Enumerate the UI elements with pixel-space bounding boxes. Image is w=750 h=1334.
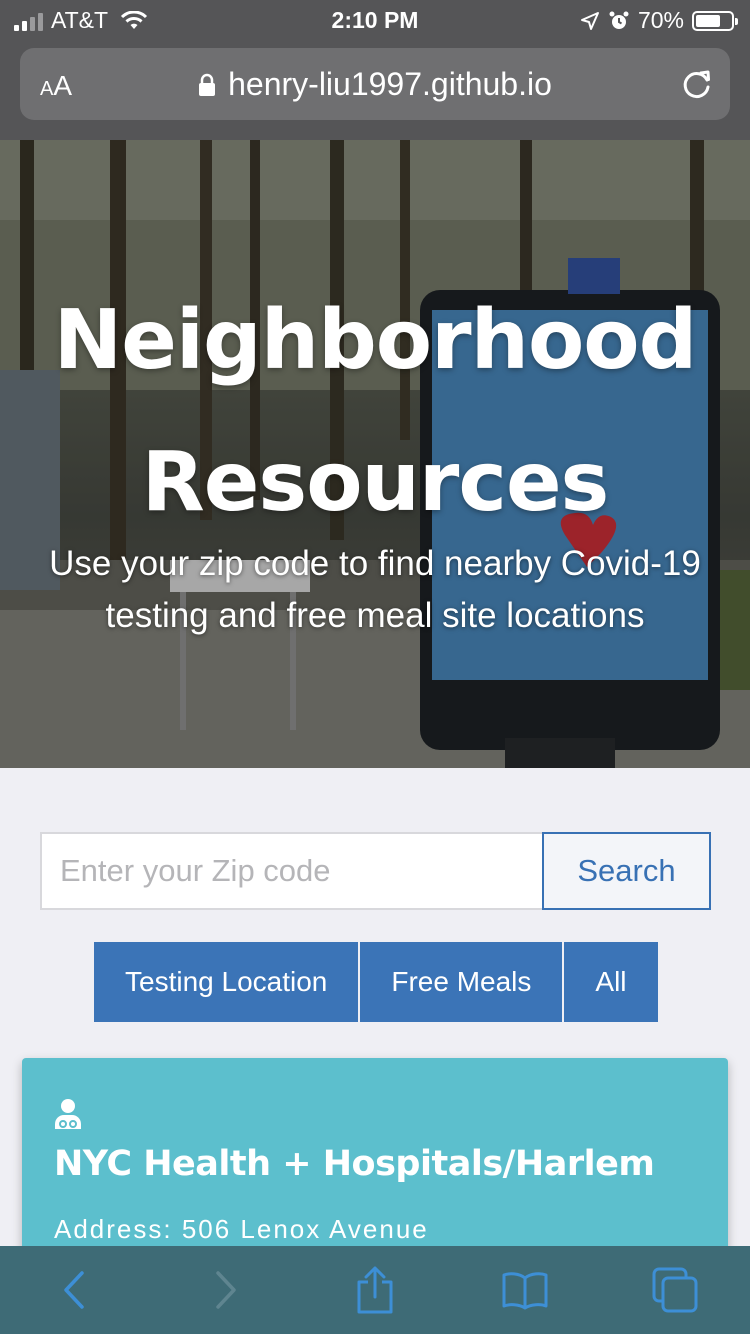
zip-code-input[interactable] bbox=[40, 832, 542, 910]
location-arrow-icon bbox=[580, 11, 599, 30]
filter-testing-location-button[interactable]: Testing Location bbox=[94, 942, 359, 1022]
share-icon bbox=[357, 1266, 393, 1314]
hero-banner: Neighborhood Resources Use your zip code… bbox=[0, 140, 750, 768]
tabs-button[interactable] bbox=[645, 1260, 705, 1320]
url-text: henry-liu1997.github.io bbox=[228, 66, 552, 102]
forward-icon bbox=[216, 1271, 236, 1309]
browser-toolbar bbox=[0, 1246, 750, 1334]
tabs-icon bbox=[652, 1267, 698, 1313]
battery-percent: 70% bbox=[637, 7, 684, 33]
back-button[interactable] bbox=[45, 1260, 105, 1320]
filter-free-meals-button[interactable]: Free Meals bbox=[360, 942, 563, 1022]
status-right: 70% bbox=[580, 7, 738, 34]
lock-icon bbox=[199, 73, 216, 96]
hero-subtitle-line-2: testing and free meal site locations bbox=[105, 596, 645, 635]
status-bar: AT&T 2:10 PM 70% bbox=[0, 0, 750, 40]
bookmarks-button[interactable] bbox=[495, 1260, 555, 1320]
browser-address-area: AA henry-liu1997.github.io bbox=[0, 40, 750, 140]
back-icon bbox=[64, 1271, 84, 1309]
hero-subtitle-line-1: Use your zip code to find nearby Covid-1… bbox=[49, 544, 701, 583]
search-button[interactable]: Search bbox=[542, 832, 711, 910]
address-bar[interactable]: AA henry-liu1997.github.io bbox=[20, 48, 730, 120]
location-name: NYC Health + Hospitals/Harlem bbox=[54, 1144, 655, 1184]
page-title-line-1: Neighborhood bbox=[53, 293, 698, 388]
filter-all-button[interactable]: All bbox=[564, 942, 658, 1022]
battery-fill bbox=[696, 14, 720, 27]
share-button[interactable] bbox=[345, 1260, 405, 1320]
forward-button[interactable] bbox=[195, 1260, 255, 1320]
filter-button-group: Testing Location Free Meals All bbox=[94, 942, 658, 1022]
location-address: Address: 506 Lenox Avenue bbox=[54, 1214, 429, 1244]
hero-subtitle: Use your zip code to find nearby Covid-1… bbox=[0, 538, 750, 642]
alarm-icon bbox=[609, 11, 629, 29]
battery-icon bbox=[692, 10, 738, 31]
bookmarks-icon bbox=[502, 1272, 548, 1310]
doctor-icon bbox=[55, 1099, 81, 1129]
reload-icon[interactable] bbox=[680, 67, 714, 101]
page-title-line-2: Resources bbox=[141, 435, 610, 530]
location-card[interactable]: NYC Health + Hospitals/Harlem Address: 5… bbox=[22, 1058, 728, 1258]
page-title: Neighborhood Resources bbox=[0, 270, 750, 554]
zip-search-form: Search bbox=[40, 832, 711, 910]
url-display[interactable]: henry-liu1997.github.io bbox=[20, 66, 730, 103]
